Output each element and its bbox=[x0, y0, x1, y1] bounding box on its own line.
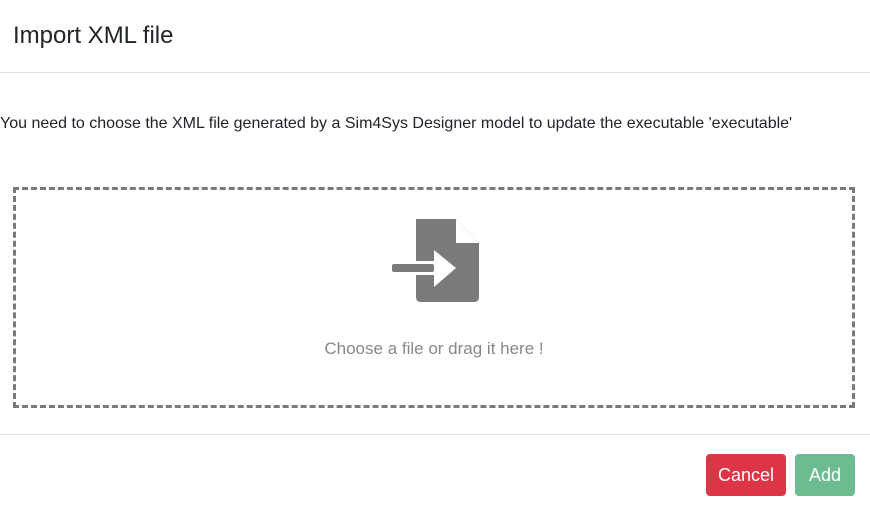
file-dropzone[interactable]: Choose a file or drag it here ! bbox=[13, 187, 855, 408]
dropzone-label: Choose a file or drag it here ! bbox=[324, 339, 544, 358]
import-description: You need to choose the XML file generate… bbox=[0, 115, 793, 132]
file-import-icon bbox=[392, 219, 479, 302]
modal-title: Import XML file bbox=[13, 22, 174, 49]
modal-footer: Cancel Add bbox=[0, 434, 870, 507]
add-button[interactable]: Add bbox=[795, 454, 855, 496]
modal-header: Import XML file bbox=[0, 0, 870, 73]
cancel-button[interactable]: Cancel bbox=[706, 454, 786, 496]
